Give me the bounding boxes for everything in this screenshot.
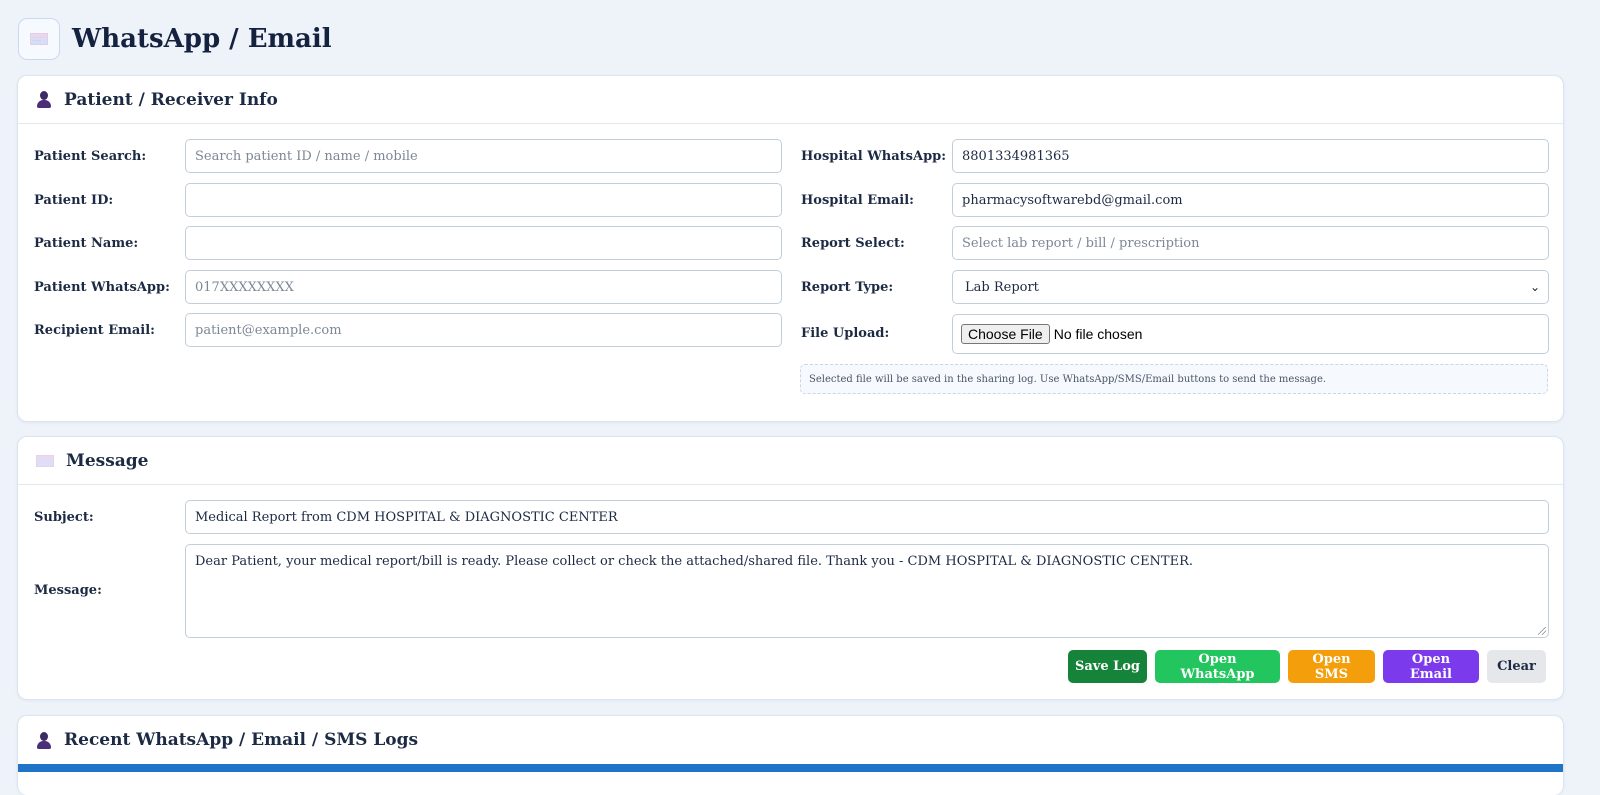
card-header: Recent WhatsApp / Email / SMS Logs	[18, 716, 1563, 764]
open-email-button[interactable]: Open Email	[1383, 650, 1479, 683]
page-title: WhatsApp / Email	[72, 24, 332, 54]
chevron-down-icon: ⌄	[1529, 280, 1540, 294]
message-card: Message Subject: Message: Dear Patient, …	[17, 436, 1564, 700]
hospital-email-input[interactable]	[952, 183, 1549, 217]
patient-search-input[interactable]	[185, 139, 782, 173]
message-textarea[interactable]: Dear Patient, your medical report/bill i…	[185, 544, 1549, 638]
envelope-icon	[30, 33, 48, 45]
patient-whatsapp-label: Patient WhatsApp:	[34, 280, 170, 295]
file-status: No file chosen	[1053, 326, 1143, 342]
subject-label: Subject:	[34, 510, 94, 525]
message-text: Dear Patient, your medical report/bill i…	[195, 554, 1194, 569]
hospital-whatsapp-label: Hospital WhatsApp:	[801, 149, 947, 164]
clear-button[interactable]: Clear	[1487, 650, 1546, 683]
patient-receiver-card: Patient / Receiver Info Patient Search: …	[17, 75, 1564, 422]
page-logo	[18, 18, 60, 60]
file-upload-label: File Upload:	[801, 326, 890, 341]
subject-input[interactable]	[185, 500, 1549, 534]
patient-search-label: Patient Search:	[34, 149, 147, 164]
patient-id-input[interactable]	[185, 183, 782, 217]
save-log-button[interactable]: Save Log	[1068, 650, 1147, 683]
choose-file-button[interactable]: Choose File	[961, 324, 1050, 344]
patient-id-label: Patient ID:	[34, 193, 114, 208]
recipient-email-label: Recipient Email:	[34, 323, 155, 338]
card-header: Message	[18, 437, 1563, 485]
patient-whatsapp-input[interactable]	[185, 270, 782, 304]
resize-handle[interactable]	[1538, 627, 1546, 635]
logs-card: Recent WhatsApp / Email / SMS Logs	[17, 715, 1564, 795]
report-type-label: Report Type:	[801, 280, 894, 295]
patient-name-input[interactable]	[185, 226, 782, 260]
recipient-email-input[interactable]	[185, 313, 782, 347]
person-icon	[36, 731, 52, 749]
card-title: Patient / Receiver Info	[64, 89, 278, 110]
report-type-select[interactable]: Lab Report ⌄	[952, 270, 1549, 304]
report-select-input[interactable]	[952, 226, 1549, 260]
open-whatsapp-button[interactable]: Open WhatsApp	[1155, 650, 1280, 683]
hospital-whatsapp-input[interactable]	[952, 139, 1549, 173]
hospital-email-label: Hospital Email:	[801, 193, 914, 208]
file-upload-field: Choose File No file chosen	[952, 314, 1549, 354]
logs-table-header	[18, 764, 1563, 772]
report-select-label: Report Select:	[801, 236, 905, 251]
card-title: Recent WhatsApp / Email / SMS Logs	[64, 730, 419, 750]
patient-name-label: Patient Name:	[34, 236, 139, 251]
card-title: Message	[66, 450, 149, 471]
open-sms-button[interactable]: Open SMS	[1288, 650, 1375, 683]
card-header: Patient / Receiver Info	[18, 76, 1563, 124]
person-icon	[36, 91, 52, 108]
file-hint: Selected file will be saved in the shari…	[800, 364, 1548, 394]
report-type-value: Lab Report	[965, 279, 1039, 295]
envelope-icon	[36, 454, 54, 467]
message-label: Message:	[34, 583, 102, 598]
page-header: WhatsApp / Email	[18, 18, 332, 60]
